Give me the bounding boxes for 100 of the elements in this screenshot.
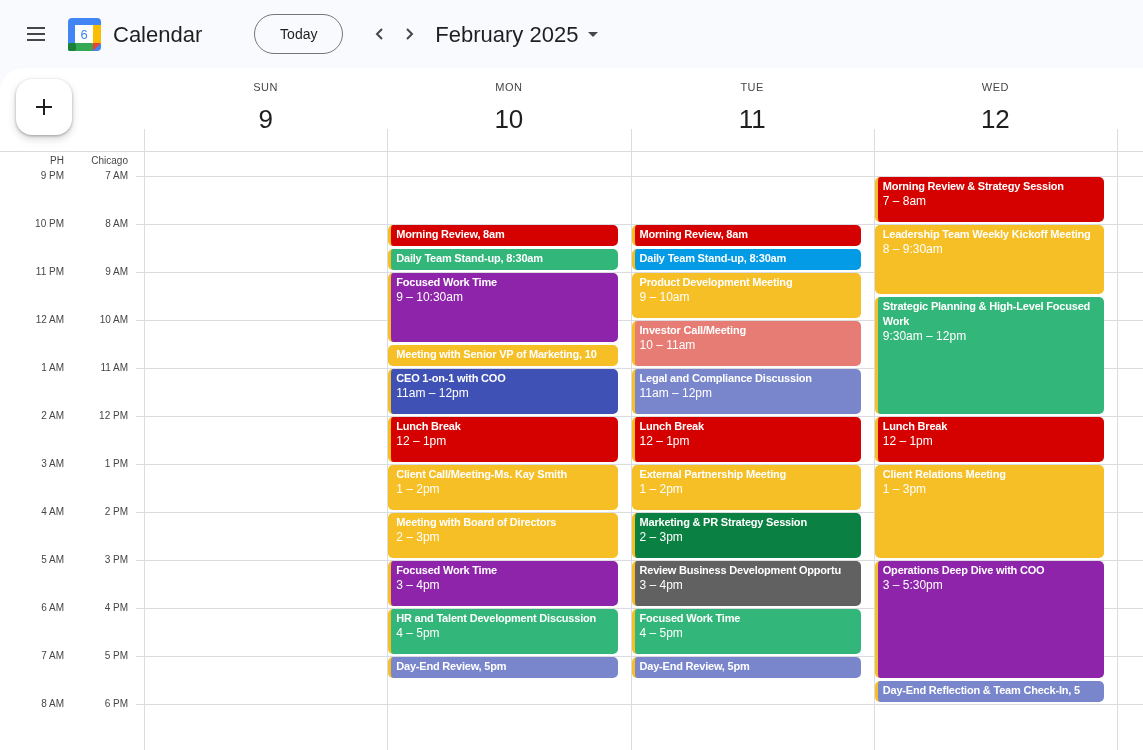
- date-number[interactable]: 12: [980, 103, 1010, 134]
- event-block[interactable]: Day-End Review, 5pm: [388, 657, 618, 678]
- hour-label: 8 AM: [104, 218, 128, 230]
- chevron-right-icon: [406, 28, 415, 40]
- hour-label: 5 AM: [40, 554, 64, 566]
- caret-icon: [588, 31, 599, 37]
- date-number[interactable]: 9: [258, 103, 273, 134]
- event-block[interactable]: Morning Review, 8am: [388, 225, 618, 246]
- hour-label: 6 PM: [103, 698, 128, 710]
- hour-label: 10 AM: [98, 314, 128, 326]
- event-title: Product Development Meeting: [639, 275, 794, 290]
- hour-label: 3 AM: [40, 458, 64, 470]
- app-title: Calendar: [113, 20, 203, 49]
- event-block[interactable]: Daily Team Stand-up, 8:30am: [388, 249, 618, 270]
- hour-label: 6 AM: [40, 602, 64, 614]
- event-title: Strategic Planning & High-Level Focused Work: [882, 299, 1092, 329]
- date-number[interactable]: 10: [494, 103, 524, 134]
- event-time: 12 – 1pm: [639, 434, 691, 449]
- event-title: Client Relations Meeting: [882, 467, 1007, 482]
- event-title: Lunch Break: [396, 419, 462, 434]
- event-block[interactable]: Marketing & PR Strategy Session 2 – 3pm: [631, 513, 861, 558]
- timezone-label: PH: [49, 154, 64, 168]
- hour-label: 2 PM: [103, 506, 128, 518]
- event-title: Focused Work Time: [639, 611, 742, 626]
- event-block[interactable]: Investor Call/Meeting 10 – 11am: [631, 321, 861, 366]
- event-title: Operations Deep Dive with COO: [882, 563, 1046, 578]
- event-title: Morning Review, 8am: [396, 227, 506, 242]
- weekday-label: MON: [495, 80, 523, 95]
- event-time: 2 – 3pm: [639, 530, 684, 545]
- event-time: 9 – 10am: [639, 290, 691, 305]
- event-title: Focused Work Time: [396, 275, 498, 290]
- hour-label: 11 AM: [99, 362, 128, 374]
- event-time: 1 – 3pm: [882, 482, 928, 497]
- event-block[interactable]: HR and Talent Development Discussion 4 – 5pm: [388, 609, 618, 654]
- event-title: Marketing & PR Strategy Session: [639, 515, 808, 530]
- hour-label: 4 AM: [40, 506, 64, 518]
- hour-label: 5 PM: [103, 650, 128, 662]
- event-title: Meeting with Senior VP of Marketing, 10: [396, 347, 598, 362]
- menu-icon: [26, 27, 46, 41]
- event-block[interactable]: Morning Review & Strategy Session 7 – 8am: [874, 177, 1104, 222]
- hour-label: 12 PM: [98, 410, 128, 422]
- event-block[interactable]: Legal and Compliance Discussion 11am – 12pm: [631, 369, 861, 414]
- event-time: 2 – 3pm: [396, 530, 441, 545]
- hour-label: 1 PM: [103, 458, 128, 470]
- event-block[interactable]: Operations Deep Dive with COO 3 – 5:30pm: [874, 561, 1104, 678]
- event-block[interactable]: Day-End Review, 5pm: [631, 657, 861, 678]
- chevron-left-icon: [375, 28, 384, 40]
- event-block[interactable]: Morning Review, 8am: [631, 225, 861, 246]
- event-block[interactable]: Lunch Break 12 – 1pm: [631, 417, 861, 462]
- event-title: External Partnership Meeting: [639, 467, 788, 482]
- date-number[interactable]: 11: [738, 103, 766, 134]
- event-time: 4 – 5pm: [396, 626, 441, 641]
- timezone-label: Chicago: [90, 154, 128, 168]
- plus-icon: [35, 98, 53, 116]
- weekday-label: SUN: [253, 80, 278, 95]
- hour-label: 9 PM: [39, 170, 64, 182]
- calendar-logo-icon: 6: [68, 17, 101, 51]
- event-time: 8 – 9:30am: [882, 242, 944, 257]
- event-time: 1 – 2pm: [639, 482, 684, 497]
- hour-label: 10 PM: [34, 218, 64, 230]
- event-time: 3 – 4pm: [396, 578, 441, 593]
- weekday-label: WED: [981, 80, 1009, 95]
- event-time: 11am – 12pm: [396, 386, 470, 401]
- event-block[interactable]: Lunch Break 12 – 1pm: [874, 417, 1104, 462]
- event-title: Day-End Reflection & Team Check-In, 5: [882, 683, 1081, 698]
- event-block[interactable]: Daily Team Stand-up, 8:30am: [631, 249, 861, 270]
- event-time: 9 – 10:30am: [396, 290, 464, 305]
- event-title: Focused Work Time: [396, 563, 498, 578]
- event-block[interactable]: Strategic Planning & High-Level Focused Work 9:30am – 12pm: [874, 297, 1104, 414]
- event-title: Daily Team Stand-up, 8:30am: [639, 251, 788, 266]
- hour-label: 12 AM: [34, 314, 64, 326]
- event-time: 10 – 11am: [639, 338, 697, 353]
- event-title: HR and Talent Development Discussion: [396, 611, 598, 626]
- event-block[interactable]: Focused Work Time 4 – 5pm: [631, 609, 861, 654]
- hour-label: 1 AM: [40, 362, 64, 374]
- event-title: Daily Team Stand-up, 8:30am: [396, 251, 544, 266]
- event-time: 7 – 8am: [882, 194, 928, 209]
- month-selector[interactable]: February 2025: [435, 17, 599, 51]
- event-title: Day-End Review, 5pm: [396, 659, 508, 674]
- hour-label: 7 AM: [104, 170, 128, 182]
- event-title: Client Call/Meeting-Ms. Kay Smith: [396, 467, 568, 482]
- event-title: Legal and Compliance Discussion: [639, 371, 813, 386]
- event-title: Lunch Break: [639, 419, 705, 434]
- event-time: 11am – 12pm: [639, 386, 713, 401]
- event-title: Morning Review, 8am: [639, 227, 749, 242]
- event-title: Day-End Review, 5pm: [639, 659, 751, 674]
- event-title: Meeting with Board of Directors: [396, 515, 558, 530]
- event-block[interactable]: Lunch Break 12 – 1pm: [388, 417, 618, 462]
- event-block[interactable]: Focused Work Time 3 – 4pm: [388, 561, 618, 606]
- hour-label: 7 AM: [40, 650, 64, 662]
- event-block[interactable]: CEO 1-on-1 with COO 11am – 12pm: [388, 369, 618, 414]
- event-title: Investor Call/Meeting: [639, 323, 747, 338]
- event-block[interactable]: Day-End Reflection & Team Check-In, 5: [874, 681, 1104, 702]
- weekday-label: TUE: [740, 80, 764, 95]
- event-block[interactable]: Focused Work Time 9 – 10:30am: [388, 273, 618, 342]
- event-block[interactable]: Review Business Development Opportu 3 – 4pm: [631, 561, 861, 606]
- event-time: 12 – 1pm: [396, 434, 448, 449]
- event-title: Morning Review & Strategy Session: [882, 179, 1065, 194]
- event-time: 4 – 5pm: [639, 626, 684, 641]
- hour-label: 11 PM: [34, 266, 64, 278]
